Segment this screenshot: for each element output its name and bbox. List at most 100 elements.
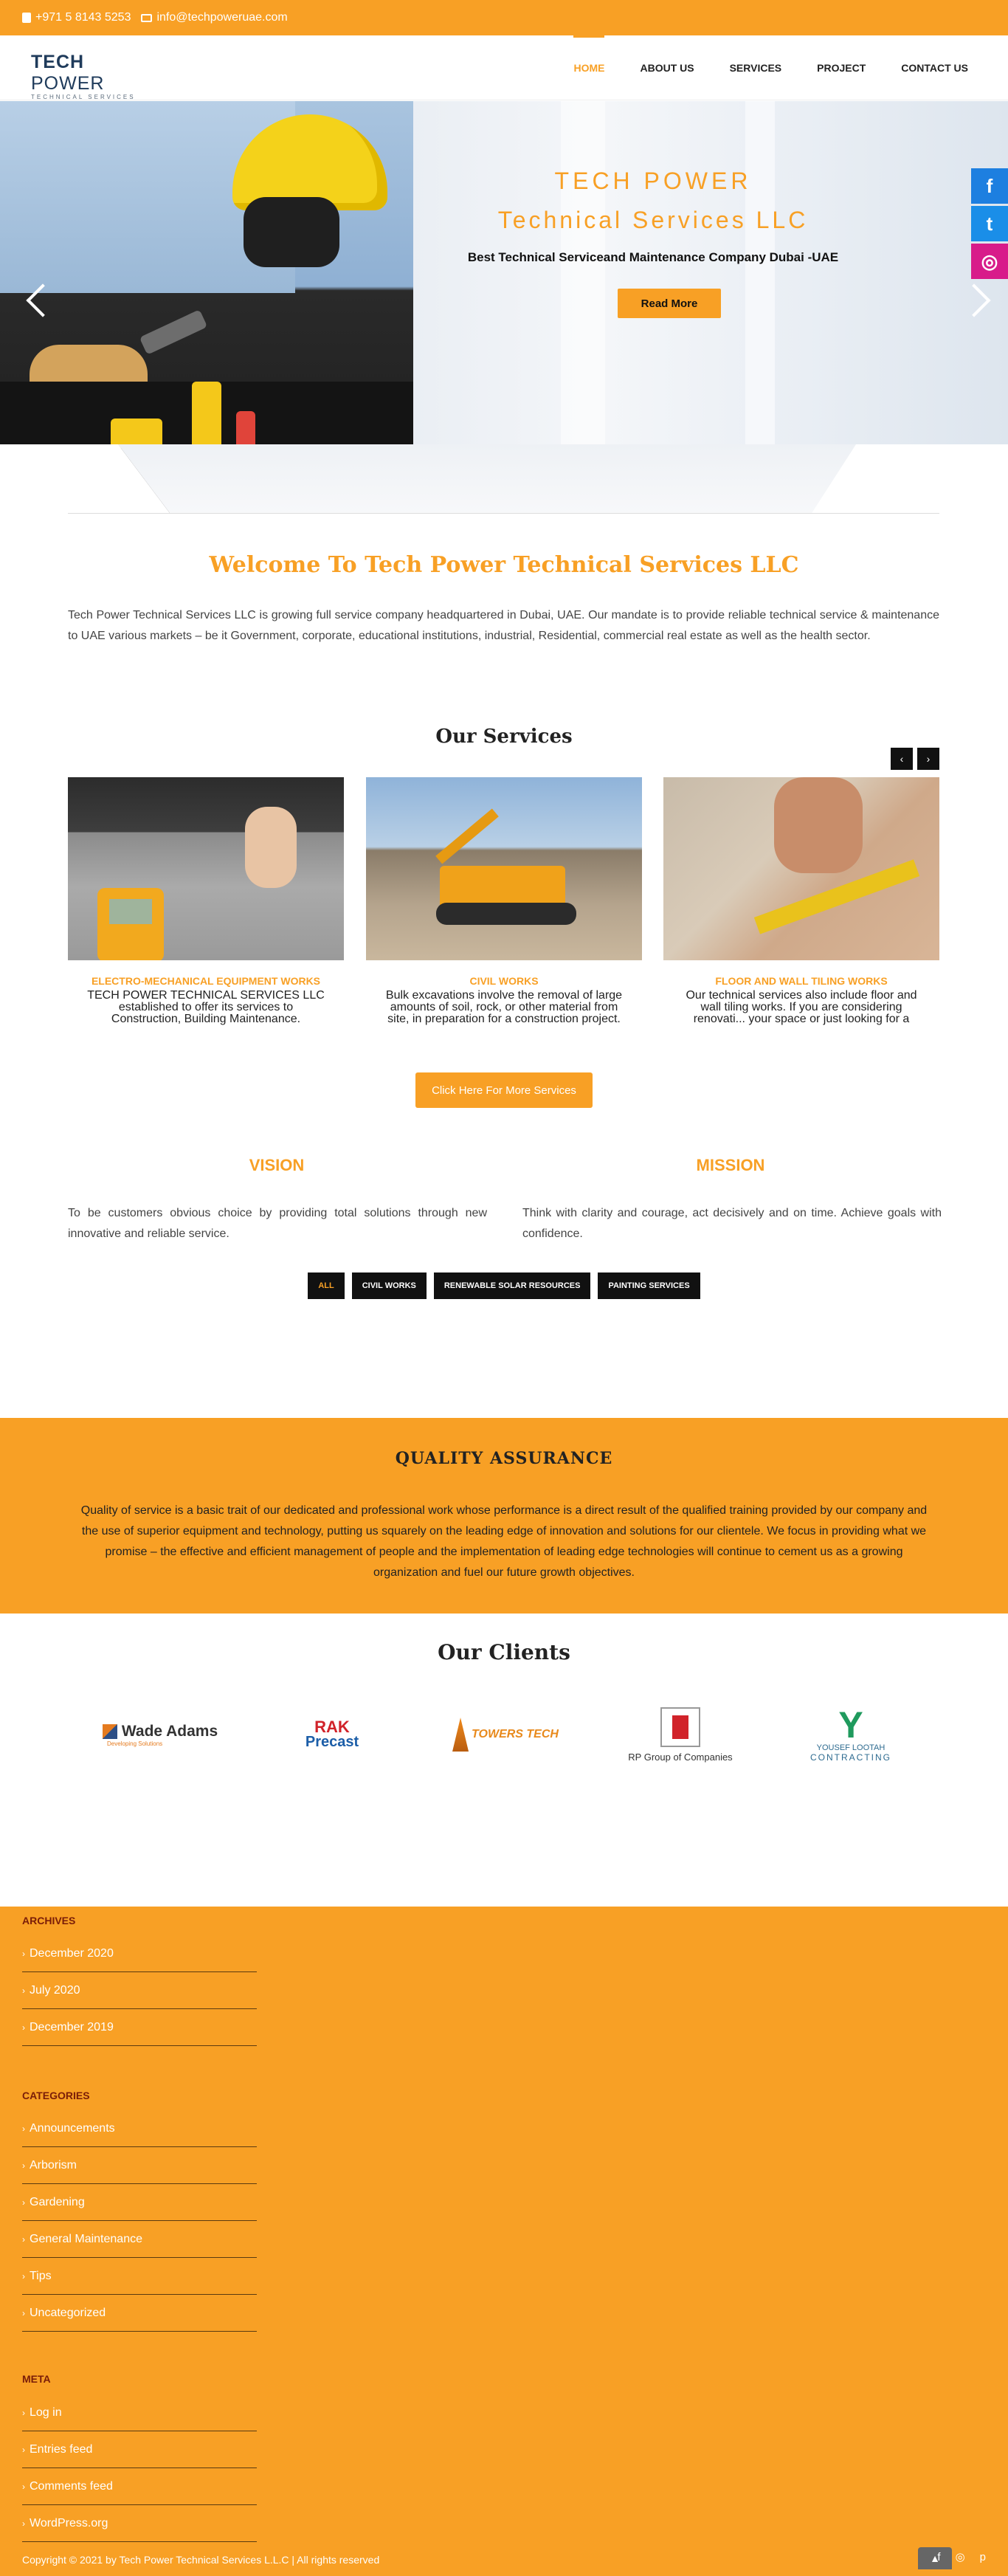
phone-number[interactable]: +971 5 8143 5253 [35, 11, 131, 24]
client-tagline: Developing Solutions [107, 1740, 163, 1747]
footer-category-link[interactable]: › Announcements [22, 2110, 257, 2147]
carousel-prev-button[interactable]: ‹ [891, 748, 913, 770]
footer-meta-link[interactable]: › Comments feed [22, 2468, 257, 2505]
client-logo-wade-adams[interactable]: Wade Adams Developing Solutions [94, 1698, 227, 1771]
pinterest-icon[interactable]: p [980, 2551, 986, 2563]
yousef-lootah-mark-icon: Y [838, 1704, 863, 1746]
chevron-right-icon: › [22, 2234, 25, 2245]
main-nav: HOME ABOUT US SERVICES PROJECT CONTACT U… [556, 35, 986, 100]
footer-meta-heading: META [22, 2373, 51, 2385]
service-description: Bulk excavations involve the removal of … [385, 990, 623, 1025]
chevron-right-icon: › [22, 2444, 25, 2455]
site-logo[interactable]: TECH POWER TECHNICAL SERVICES L.L.C [31, 52, 161, 107]
hammer-icon [139, 309, 208, 355]
site-footer: ARCHIVES › December 2020 › July 2020 › Dece… [0, 1907, 1008, 2576]
client-logo-yousef-lootah[interactable]: Y YOUSEF LOOTAH CONTRACTING [784, 1698, 917, 1771]
client-name: Wade Adams [121, 1722, 218, 1740]
rp-mark-icon [660, 1707, 700, 1747]
hero-subtitle: Best Technical Serviceand Maintenance Co… [467, 250, 839, 264]
worker-glove [244, 197, 339, 267]
chevron-right-icon: › [22, 2407, 25, 2418]
twitter-icon[interactable]: t [971, 206, 1008, 241]
mission-title: MISSION [696, 1156, 765, 1174]
copyright-text: Copyright © 2021 by Tech Power Technical… [22, 2554, 380, 2566]
client-name: RAK [314, 1718, 350, 1736]
hero-bg-column [561, 101, 605, 448]
footer-category-link[interactable]: › General Maintenance [22, 2221, 257, 2258]
client-name: RP Group of Companies [628, 1751, 733, 1763]
wade-adams-mark-icon [102, 1723, 117, 1739]
hero-slider: TECH POWER Technical Services LLC Best T… [0, 101, 1008, 513]
footer-meta-link[interactable]: › WordPress.org [22, 2505, 257, 2542]
towers-tech-mark-icon [452, 1718, 469, 1752]
nav-about-us[interactable]: ABOUT US [622, 35, 711, 100]
slider-next-arrow-icon[interactable] [971, 281, 993, 318]
service-image-civil-works[interactable] [366, 777, 642, 960]
top-bar: +971 5 8143 5253 info@techpoweruae.com [0, 0, 1008, 35]
service-image-tiling-works[interactable] [663, 777, 939, 960]
vision-text: To be customers obvious choice by provid… [68, 1207, 487, 1240]
welcome-text: Tech Power Technical Services LLC is gro… [68, 609, 939, 642]
excavator-tracks [436, 903, 576, 925]
client-name-second: CONTRACTING [810, 1752, 891, 1763]
mission-text: Think with clarity and courage, act deci… [522, 1207, 942, 1240]
chevron-right-icon: › [22, 2518, 25, 2529]
email-info[interactable]: info@techpoweruae.com [141, 11, 288, 24]
facebook-icon[interactable]: f [971, 168, 1008, 204]
hero-title-second-line: Technical Services LLC [497, 207, 809, 233]
carousel-next-button[interactable]: › [917, 748, 939, 770]
footer-category-link[interactable]: › Tips [22, 2258, 257, 2295]
phone-info[interactable]: +971 5 8143 5253 [22, 11, 131, 24]
footer-meta-link[interactable]: › Entries feed [22, 2431, 257, 2468]
quality-text: Quality of service is a basic trait of o… [80, 1504, 928, 1579]
filter-civil-works[interactable]: CIVIL WORKS [351, 1272, 427, 1299]
service-title[interactable]: CIVIL WORKS [366, 975, 642, 987]
footer-archive-link[interactable]: › December 2019 [22, 2009, 257, 2046]
filter-painting-services[interactable]: PAINTING SERVICES [598, 1272, 700, 1299]
footer-category-link[interactable]: › Uncategorized [22, 2295, 257, 2332]
service-title[interactable]: FLOOR AND WALL TILING WORKS [663, 975, 939, 987]
multimeter-display [109, 899, 152, 924]
footer-meta-link[interactable]: › Log in [22, 2394, 257, 2431]
service-card[interactable]: FLOOR AND WALL TILING WORKS Our technica… [663, 777, 939, 1025]
chevron-right-icon: › [22, 2197, 25, 2208]
client-logo-rak-precast[interactable]: RAK Precast [266, 1698, 398, 1771]
nav-services[interactable]: SERVICES [712, 35, 800, 100]
tool-icon [111, 419, 162, 448]
service-title[interactable]: ELECTRO-MECHANICAL EQUIPMENT WORKS [68, 975, 344, 987]
read-more-button[interactable]: Read More [618, 289, 721, 318]
client-logo-rp-group[interactable]: RP Group of Companies [614, 1698, 747, 1771]
welcome-title: Welcome To Tech Power Technical Services… [209, 552, 799, 578]
client-name-second: Precast [305, 1734, 359, 1750]
instagram-icon[interactable]: ◎ [971, 244, 1008, 279]
footer-archive-link[interactable]: › December 2020 [22, 1935, 257, 1972]
service-description: Our technical services also include floo… [686, 990, 917, 1025]
footer-categories-heading: CATEGORIES [22, 2090, 90, 2101]
nav-project[interactable]: PROJECT [799, 35, 883, 100]
filter-all[interactable]: ALL [308, 1272, 345, 1299]
hero-bg-column [745, 101, 775, 448]
service-image-electro-mechanical[interactable] [68, 777, 344, 960]
slider-prev-arrow-icon[interactable] [24, 281, 46, 318]
logo-text-power: POWER [31, 73, 105, 94]
vision-title: VISION [249, 1156, 305, 1174]
hand-image [774, 777, 863, 873]
client-logo-towers-tech[interactable]: TOWERS TECH [439, 1698, 572, 1771]
more-services-button[interactable]: Click Here For More Services [415, 1072, 593, 1108]
instagram-icon[interactable]: ◎ [956, 2550, 965, 2563]
section-divider [68, 513, 939, 514]
filter-renewable-solar[interactable]: RENEWABLE SOLAR RESOURCES [433, 1272, 591, 1299]
nav-contact-us[interactable]: CONTACT US [883, 35, 986, 100]
service-card[interactable]: CIVIL WORKS Bulk excavations involve the… [366, 777, 642, 1025]
chevron-right-icon: › [22, 1948, 25, 1959]
hero-title: TECH POWER [554, 168, 752, 194]
excavator-arm [435, 808, 499, 864]
service-card[interactable]: ELECTRO-MECHANICAL EQUIPMENT WORKS TECH … [68, 777, 344, 1025]
footer-archive-link[interactable]: › July 2020 [22, 1972, 257, 2009]
footer-category-link[interactable]: › Arborism [22, 2147, 257, 2184]
client-name: YOUSEF LOOTAH [816, 1743, 886, 1752]
email-address[interactable]: info@techpoweruae.com [156, 11, 287, 24]
facebook-icon[interactable]: f [937, 2551, 940, 2563]
nav-home[interactable]: HOME [556, 35, 622, 100]
footer-category-link[interactable]: › Gardening [22, 2184, 257, 2221]
